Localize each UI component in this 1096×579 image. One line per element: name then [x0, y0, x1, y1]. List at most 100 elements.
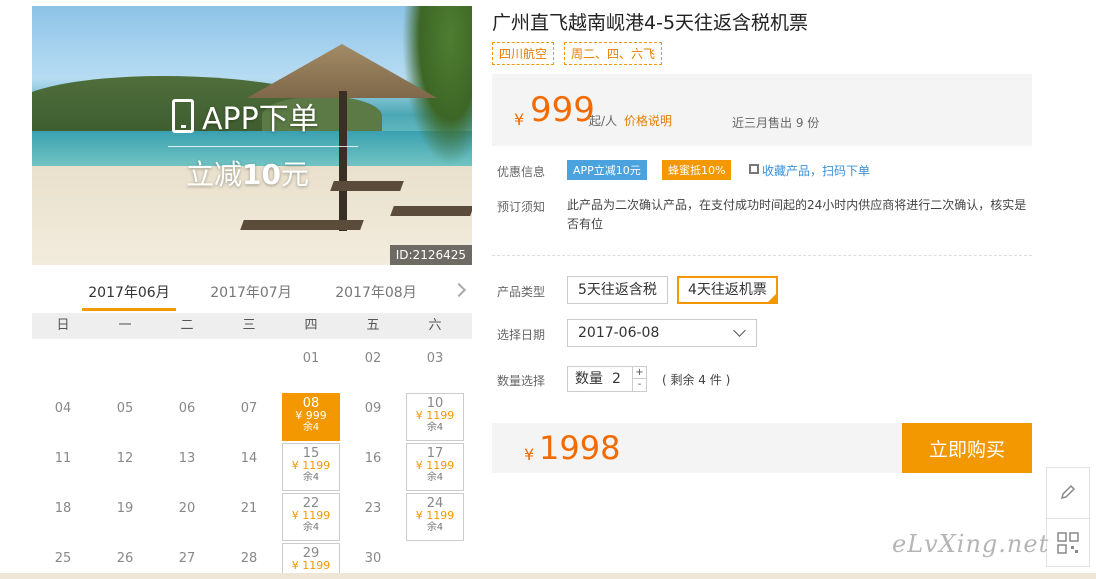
calendar-day-cell: 02 — [344, 343, 402, 391]
calendar-day-number: 10 — [426, 396, 444, 411]
airline-tag: 四川航空 — [492, 42, 555, 65]
increment-button[interactable]: + — [632, 367, 646, 379]
honey-discount-badge: 蜂蜜抵10% — [662, 160, 732, 180]
calendar-day-cell: 13 — [158, 443, 216, 491]
calendar-day-cell: 04 — [34, 393, 92, 441]
price-panel: ¥ 999 起/人 价格说明 近三月售出 9 份 — [492, 74, 1032, 146]
lounger-shape — [240, 220, 364, 230]
weekday-label: 日 — [56, 318, 70, 333]
collect-scan-link[interactable]: 收藏产品，扫码下单 — [762, 162, 870, 179]
chevron-down-icon — [733, 324, 746, 337]
calendar-day-number: 22 — [302, 496, 320, 511]
sold-count: 近三月售出 9 份 — [732, 116, 820, 130]
price-unit: 起/人 — [589, 114, 618, 128]
calendar-day-number: 20 — [178, 501, 196, 516]
date-select[interactable]: 2017-06-08 — [567, 319, 757, 347]
calendar-day-number: 06 — [178, 401, 196, 416]
booking-notice-text: 此产品为二次确认产品，在支付成功时间起的24小时内供应商将进行二次确认，核实是否… — [567, 198, 1027, 231]
currency-symbol: ¥ — [514, 110, 525, 129]
chevron-right-icon[interactable] — [451, 282, 467, 298]
app-promo-overlay: APP下单 立减10元 — [168, 94, 358, 193]
booking-notice-label: 预订须知 — [497, 200, 546, 214]
app-order-text: APP下单 — [202, 102, 319, 137]
side-toolbar — [1046, 467, 1090, 567]
calendar-day-cell[interactable]: 17 ¥ 1199 余4 — [406, 443, 464, 491]
tab-month-june[interactable]: 2017年06月 — [82, 278, 176, 311]
calendar-day-cell: 16 — [344, 443, 402, 491]
calendar-day-number: 25 — [54, 551, 72, 566]
calendar-day-number: 28 — [240, 551, 258, 566]
calendar-day-number: 30 — [364, 551, 382, 566]
quantity-label: 数量选择 — [497, 374, 546, 388]
qr-code-icon — [1057, 531, 1079, 554]
calendar-day-number: 08 — [302, 396, 320, 411]
calendar-day-price: ¥ 1199 — [291, 509, 331, 522]
calendar-day-number: 27 — [178, 551, 196, 566]
calendar-day-number: 16 — [364, 451, 382, 466]
calendar-day-cell: 14 — [220, 443, 278, 491]
price-explain-link[interactable]: 价格说明 — [624, 112, 672, 129]
calendar-day-cell: 09 — [344, 393, 402, 441]
calendar-day-cell: 12 — [96, 443, 154, 491]
calendar-day-number: 09 — [364, 401, 382, 416]
calendar-day-cell[interactable]: 10 ¥ 1199 余4 — [406, 393, 464, 441]
calendar-day-number: 11 — [54, 451, 72, 466]
calendar-day-cell[interactable]: 08 ¥ 999 余4 — [282, 393, 340, 441]
calendar-day-number: 17 — [426, 446, 444, 461]
buy-now-button[interactable]: 立即购买 — [902, 423, 1032, 473]
type-option-4day[interactable]: 4天往返机票 — [677, 276, 778, 304]
qr-code-button[interactable] — [1047, 518, 1089, 566]
quantity-stepper: 数量 2 + - — [567, 366, 647, 392]
weekday-label: 四 — [304, 318, 318, 333]
calendar-day-cell: 06 — [158, 393, 216, 441]
date-value: 2017-06-08 — [578, 325, 660, 341]
remaining-stock: ( 剩余 4 件 ) — [662, 373, 731, 387]
calendar-day-number: 12 — [116, 451, 134, 466]
calendar-month-tabs: 2017年06月 2017年07月 2017年08月 — [32, 278, 472, 314]
calendar-day-cell[interactable]: 15 ¥ 1199 余4 — [282, 443, 340, 491]
weekday-label: 五 — [366, 318, 380, 333]
calendar-day-number: 04 — [54, 401, 72, 416]
calendar-day-cell: 01 — [282, 343, 340, 391]
app-discount-badge: APP立减10元 — [567, 160, 647, 180]
discount-prefix: 立减 — [186, 158, 243, 191]
calendar-day-cell: 18 — [34, 493, 92, 541]
weekday-label: 三 — [242, 318, 256, 333]
calendar-day-cell: 21 — [220, 493, 278, 541]
weekday-label: 六 — [428, 318, 442, 333]
calendar-day-stock: 余4 — [302, 472, 320, 483]
type-option-5day[interactable]: 5天往返含税 — [567, 276, 668, 304]
calendar-day-number: 23 — [364, 501, 382, 516]
calendar-day-cell[interactable]: 22 ¥ 1199 余4 — [282, 493, 340, 541]
calendar-day-price: ¥ 999 — [295, 409, 327, 422]
starting-price: 999 — [530, 90, 595, 130]
calendar-day-number: 01 — [302, 351, 320, 366]
feedback-button[interactable] — [1047, 468, 1089, 516]
calendar-day-cell[interactable]: 24 ¥ 1199 余4 — [406, 493, 464, 541]
decrement-button[interactable]: - — [632, 379, 646, 391]
weekday-label: 一 — [118, 318, 132, 333]
calendar-day-cell: 11 — [34, 443, 92, 491]
calendar-day-number: 18 — [54, 501, 72, 516]
total-currency-symbol: ¥ — [524, 445, 535, 464]
schedule-tag: 周二、四、六飞 — [564, 42, 663, 65]
weekday-label: 二 — [180, 318, 194, 333]
calendar-day-stock: 余4 — [426, 522, 444, 533]
calendar-day-stock: 余4 — [426, 422, 444, 433]
quantity-value[interactable]: 2 — [612, 367, 621, 391]
tab-month-july[interactable]: 2017年07月 — [204, 278, 298, 308]
calendar-day-cell: 20 — [158, 493, 216, 541]
calendar-day-number: 15 — [302, 446, 320, 461]
image-id-label: ID:2126425 — [389, 245, 472, 265]
calendar-day-number: 02 — [364, 351, 382, 366]
bottom-strip — [0, 573, 1096, 579]
calendar-day-price: ¥ 1199 — [415, 409, 455, 422]
promo-label: 优惠信息 — [497, 165, 546, 179]
phone-icon — [172, 99, 194, 133]
tab-month-august[interactable]: 2017年08月 — [329, 278, 423, 308]
calendar-day-number: 14 — [240, 451, 258, 466]
calendar-day-number: 05 — [116, 401, 134, 416]
product-image: APP下单 立减10元 ID:2126425 — [32, 6, 472, 265]
calendar-day-number: 21 — [240, 501, 258, 516]
date-label: 选择日期 — [497, 328, 546, 342]
